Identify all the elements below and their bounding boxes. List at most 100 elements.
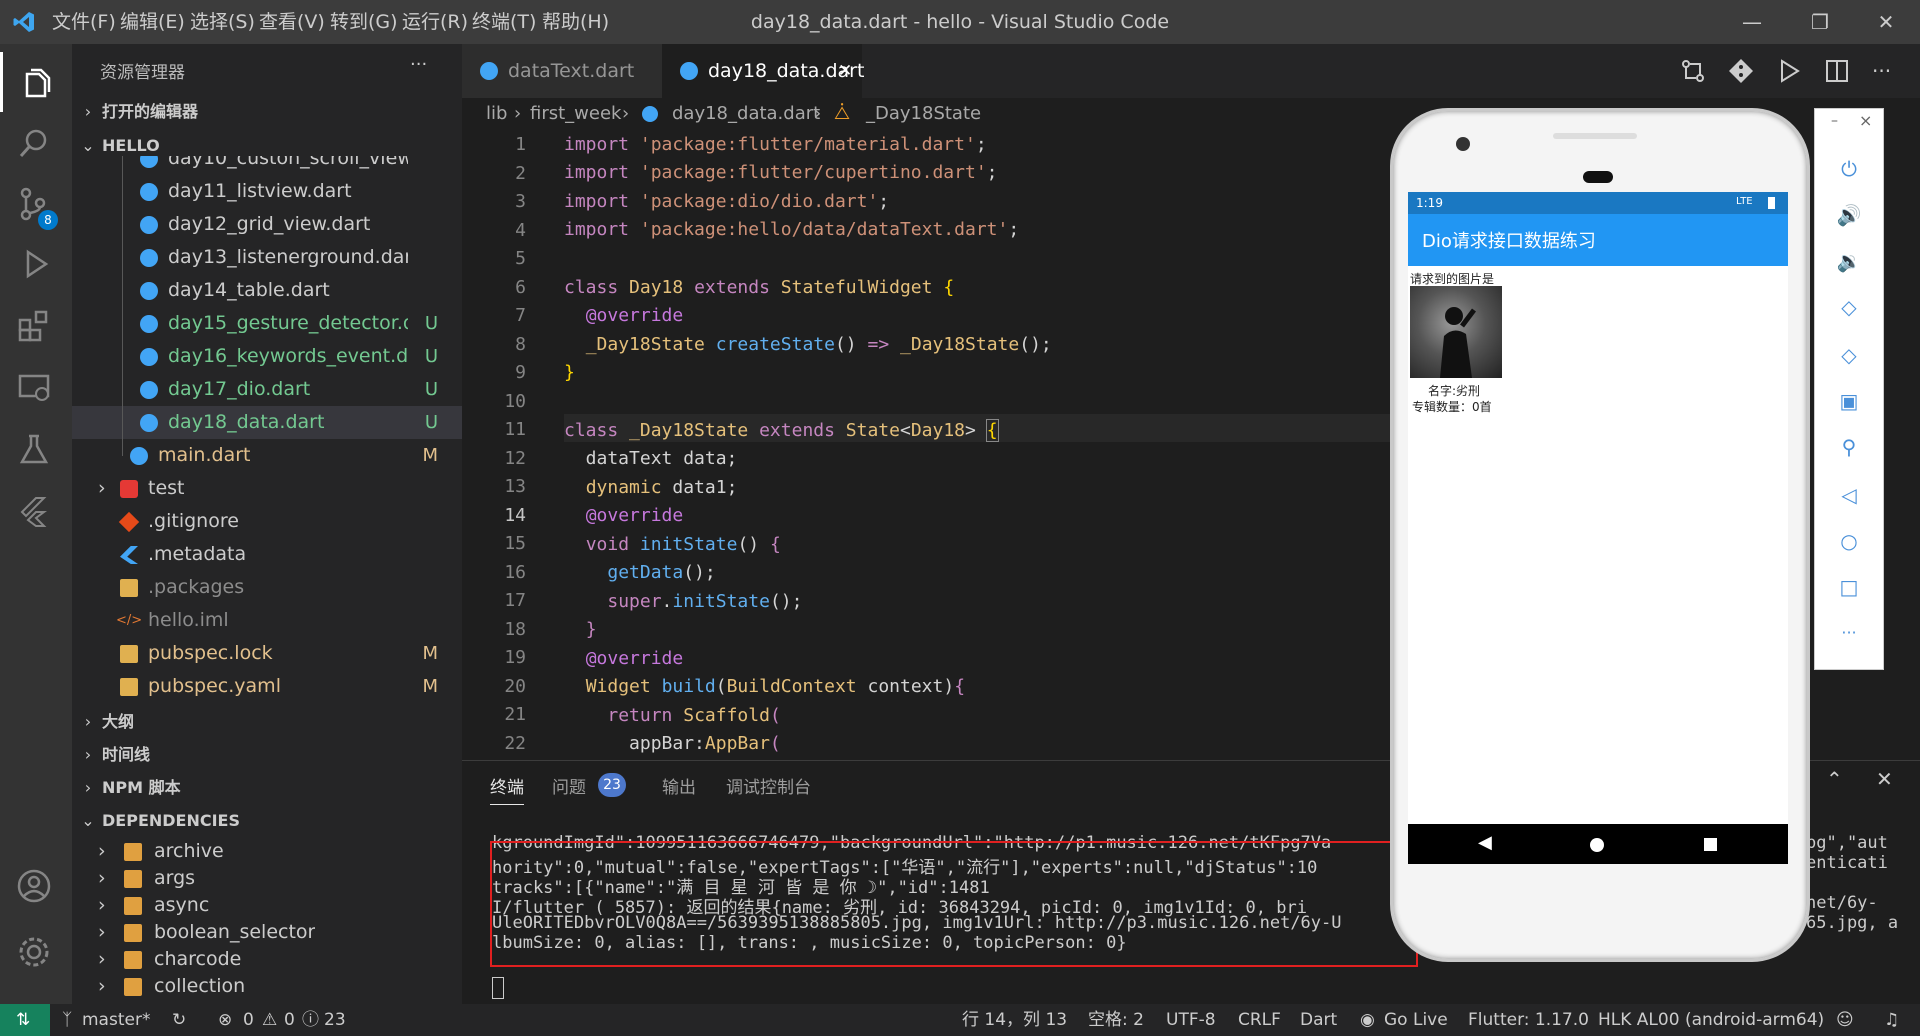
dependency-item[interactable]: › async	[72, 892, 462, 919]
power-icon[interactable]: ⏻	[1815, 157, 1883, 181]
file-tree-item[interactable]: day10_custon_scroll_view.dart	[72, 156, 462, 175]
menu-selection[interactable]: 选择(S)	[190, 0, 255, 44]
close-tab-button[interactable]: ✕	[838, 44, 852, 98]
npm-scripts-section[interactable]: › NPM 脚本	[72, 772, 462, 804]
menu-view[interactable]: 查看(V)	[259, 0, 325, 44]
flutter-icon[interactable]	[0, 480, 72, 540]
menu-help[interactable]: 帮助(H)	[542, 0, 609, 44]
file-tree-item[interactable]: </> hello.iml	[72, 604, 462, 637]
file-tree-item[interactable]: pubspec.lock M	[72, 637, 462, 670]
feedback-icon[interactable]: ☺	[1836, 1004, 1854, 1036]
file-tree-item[interactable]: day15_gesture_detector.d... U	[72, 307, 462, 340]
branch-label[interactable]: master*	[82, 1004, 150, 1036]
rotate-left-icon[interactable]: ◇	[1815, 295, 1883, 319]
testing-icon[interactable]	[0, 418, 72, 478]
menu-edit[interactable]: 编辑(E)	[120, 0, 185, 44]
explorer-more-button[interactable]: ···	[410, 54, 427, 75]
sync-icon[interactable]: ↻	[172, 1004, 186, 1036]
tab-terminal[interactable]: 终端	[490, 773, 524, 805]
file-tree-item[interactable]: day18_data.dart U	[72, 406, 462, 439]
maximize-panel-icon[interactable]: ⌃	[1826, 767, 1843, 791]
go-live-button[interactable]: Go Live	[1384, 1004, 1448, 1036]
open-editors-section[interactable]: › 打开的编辑器	[72, 96, 462, 128]
dependency-item[interactable]: › args	[72, 865, 462, 892]
compare-changes-icon[interactable]	[1680, 58, 1706, 84]
run-icon[interactable]	[1776, 58, 1802, 84]
breadcrumb-lib[interactable]: lib	[486, 98, 507, 130]
flutter-version[interactable]: Flutter: 1.17.0	[1468, 1004, 1589, 1036]
remote-explorer-icon[interactable]	[0, 356, 72, 416]
tab-problems[interactable]: 问题	[552, 773, 586, 798]
file-tree-item[interactable]: pubspec.yaml M	[72, 670, 462, 703]
back-icon[interactable]: ◁	[1815, 483, 1883, 507]
menu-go[interactable]: 转到(G)	[330, 0, 398, 44]
outline-section[interactable]: › 大纲	[72, 706, 462, 738]
language-mode[interactable]: Dart	[1300, 1004, 1337, 1036]
search-icon[interactable]	[0, 112, 72, 172]
emulator-close-button[interactable]: ×	[1859, 111, 1872, 130]
more-actions-icon[interactable]: ···	[1872, 44, 1891, 98]
menu-terminal[interactable]: 终端(T)	[472, 0, 536, 44]
dependencies-section[interactable]: ⌄ DEPENDENCIES	[72, 805, 462, 837]
split-editor-icon[interactable]	[1824, 58, 1850, 84]
minimize-button[interactable]: —	[1722, 0, 1782, 44]
info-count[interactable]: 23	[324, 1004, 346, 1036]
tab-output[interactable]: 输出	[662, 773, 696, 798]
emulator-minimize-button[interactable]: –	[1831, 113, 1838, 129]
dependency-item[interactable]: › charcode	[72, 946, 462, 973]
warning-count[interactable]: 0	[284, 1004, 295, 1036]
dependency-item[interactable]: › collection	[72, 973, 462, 1000]
menu-run[interactable]: 运行(R)	[402, 0, 468, 44]
timeline-section[interactable]: › 时间线	[72, 739, 462, 771]
zoom-icon[interactable]: ⚲	[1815, 435, 1883, 459]
line-ending[interactable]: CRLF	[1238, 1004, 1281, 1036]
breadcrumb-class[interactable]: _Day18State	[866, 98, 981, 130]
nav-back-icon[interactable]: ◀	[1478, 832, 1492, 853]
file-tree-item[interactable]: day17_dio.dart U	[72, 373, 462, 406]
extensions-icon[interactable]	[0, 294, 72, 354]
tab-debug-console[interactable]: 调试控制台	[726, 773, 811, 798]
dependency-item[interactable]: › archive	[72, 838, 462, 865]
settings-gear-icon[interactable]	[0, 920, 72, 980]
notifications-bell-icon[interactable]: ♫	[1884, 1004, 1899, 1036]
error-count[interactable]: 0	[243, 1004, 254, 1036]
rotate-right-icon[interactable]: ◇	[1815, 343, 1883, 367]
breadcrumb-file[interactable]: day18_data.dart	[672, 98, 820, 130]
menu-file[interactable]: 文件(F)	[52, 0, 116, 44]
nav-recents-icon[interactable]	[1704, 838, 1717, 851]
tab-day18-data[interactable]: day18_data.dart ✕	[662, 44, 864, 98]
indentation[interactable]: 空格: 2	[1088, 1004, 1144, 1036]
breadcrumb-first-week[interactable]: first_week	[530, 98, 621, 130]
volume-up-icon[interactable]: 🔊	[1815, 203, 1883, 227]
file-tree-item[interactable]: day13_listenerground.dart	[72, 241, 462, 274]
file-tree-item[interactable]: .metadata	[72, 538, 462, 571]
encoding[interactable]: UTF-8	[1166, 1004, 1216, 1036]
file-tree-item[interactable]: day14_table.dart	[72, 274, 462, 307]
file-tree-item[interactable]: › test	[72, 472, 462, 505]
file-tree-item[interactable]: day16_keywords_event.dart U	[72, 340, 462, 373]
more-icon[interactable]: ···	[1815, 623, 1883, 642]
cursor-position[interactable]: 行 14，列 13	[962, 1004, 1067, 1036]
file-tree-item[interactable]: main.dart M	[72, 439, 462, 472]
source-control-icon[interactable]: 8	[0, 172, 72, 232]
file-tree-item[interactable]: day12_grid_view.dart	[72, 208, 462, 241]
account-icon[interactable]	[0, 854, 72, 914]
file-tree-item[interactable]: .packages	[72, 571, 462, 604]
remote-indicator-icon[interactable]: ⇅	[0, 1004, 50, 1036]
run-debug-icon[interactable]	[0, 232, 72, 292]
overview-icon[interactable]: □	[1815, 575, 1883, 599]
home-icon[interactable]: ○	[1815, 529, 1883, 553]
tab-datatext[interactable]: dataText.dart	[462, 44, 662, 98]
screenshot-camera-icon[interactable]: ▣	[1815, 389, 1883, 413]
nav-home-icon[interactable]	[1590, 838, 1604, 852]
git-icon[interactable]	[1728, 58, 1754, 84]
explorer-icon[interactable]	[0, 52, 75, 112]
dependency-item[interactable]: › boolean_selector	[72, 919, 462, 946]
file-tree-item[interactable]: .gitignore	[72, 505, 462, 538]
close-panel-icon[interactable]: ✕	[1876, 767, 1893, 791]
close-window-button[interactable]: ✕	[1856, 0, 1916, 44]
file-tree-item[interactable]: day11_listview.dart	[72, 175, 462, 208]
volume-down-icon[interactable]: 🔉	[1815, 249, 1883, 273]
restore-button[interactable]: ❐	[1790, 0, 1850, 44]
device-selector[interactable]: HLK AL00 (android-arm64)	[1598, 1004, 1824, 1036]
